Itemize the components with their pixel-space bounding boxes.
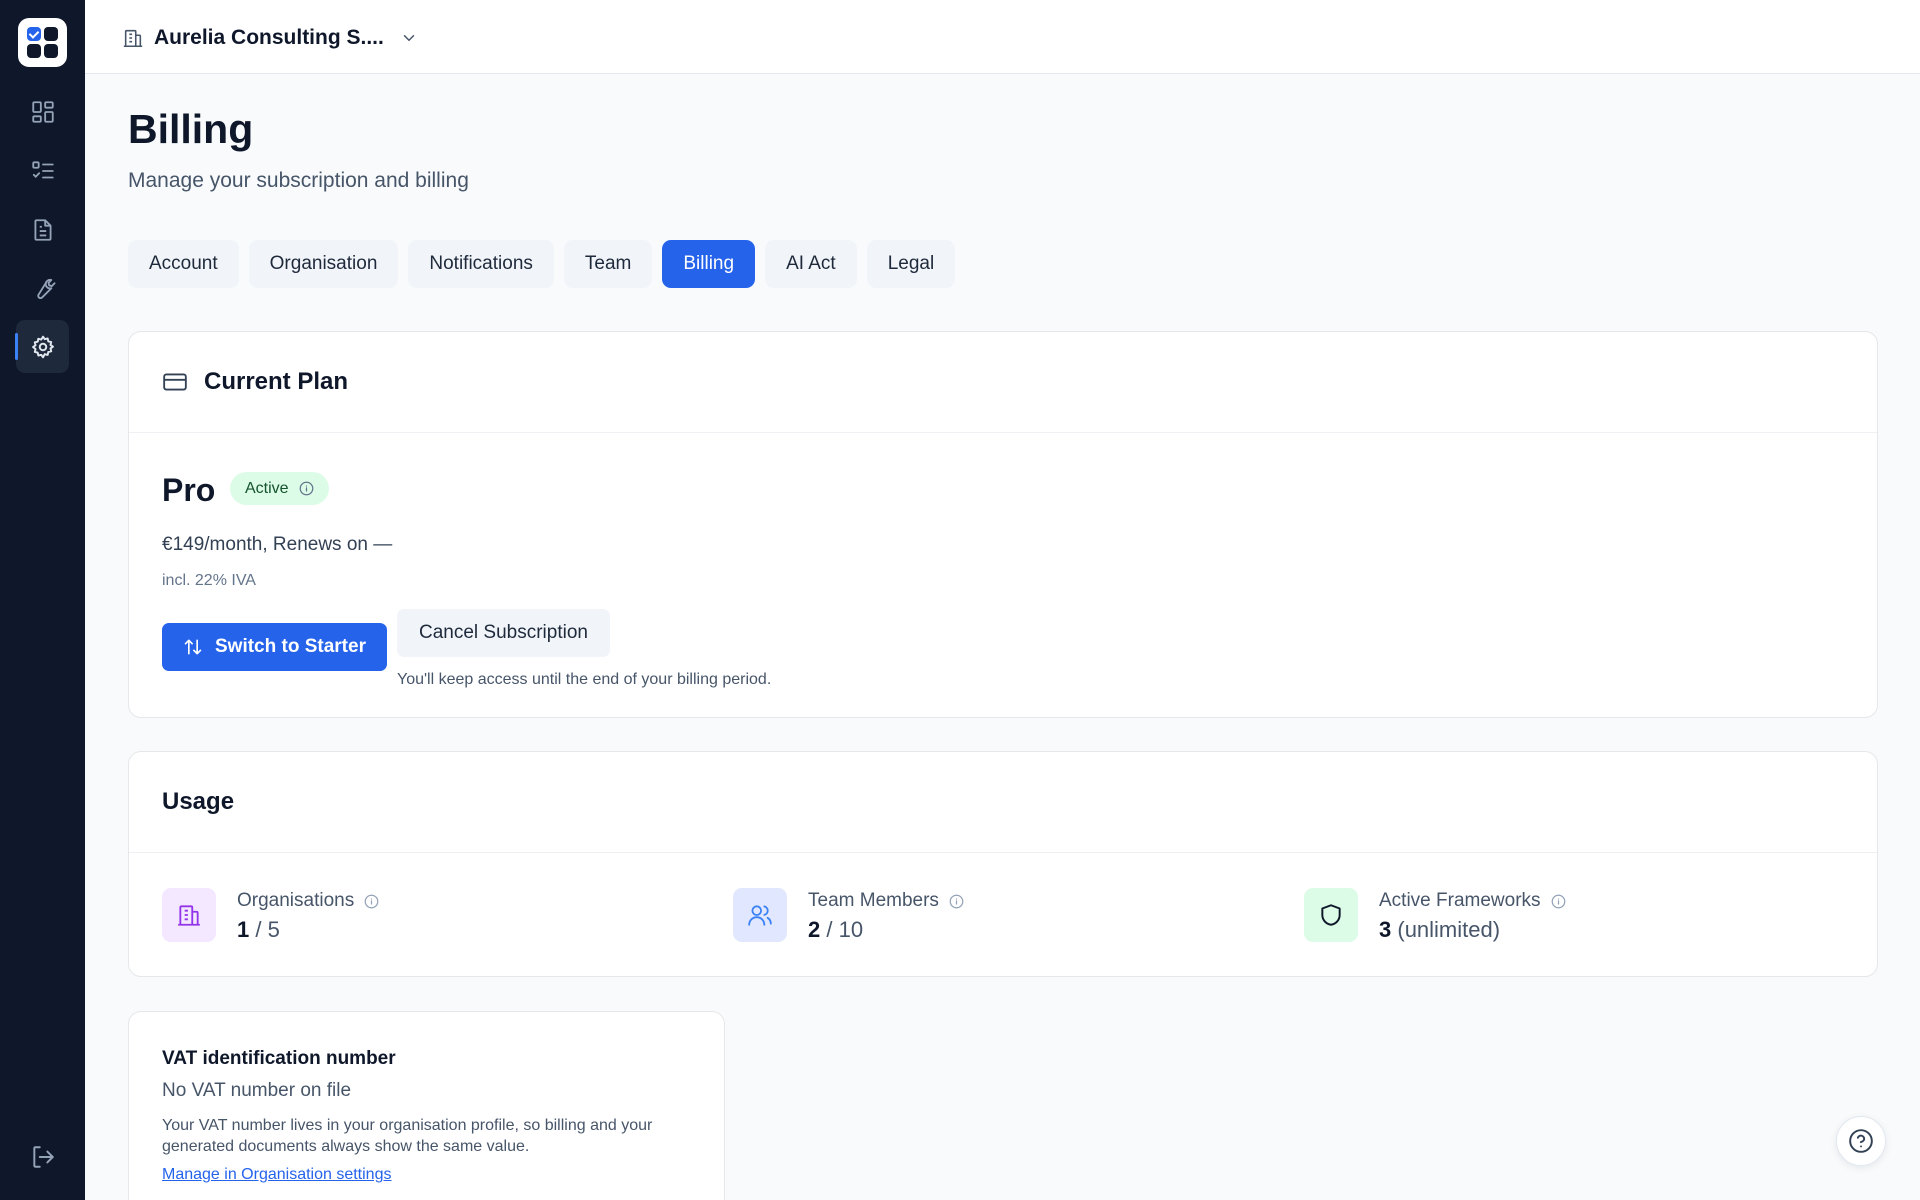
vat-status: No VAT number on file (162, 1080, 352, 1101)
tab-notifications[interactable]: Notifications (408, 240, 554, 288)
plan-tax-note: incl. 22% IVA (162, 572, 256, 589)
usage-label-text: Organisations (237, 890, 355, 911)
usage-label-text: Team Members (808, 890, 939, 911)
info-icon[interactable] (299, 481, 314, 496)
status-badge-label: Active (245, 479, 289, 497)
checklist-icon (31, 160, 54, 178)
tab-billing[interactable]: Billing (662, 240, 756, 288)
usage-label: Team Members (808, 890, 964, 912)
logout-button[interactable] (16, 1130, 69, 1183)
status-badge: Active (230, 472, 329, 505)
org-switcher[interactable]: Aurelia Consulting S.... (122, 22, 418, 54)
usage-label: Active Frameworks (1379, 890, 1566, 912)
sidebar-item-tools[interactable] (16, 262, 69, 315)
usage-count: 1 (237, 917, 250, 942)
info-icon[interactable] (949, 894, 964, 909)
usage-header: Usage (129, 752, 1877, 853)
cancel-note: You'll keep access until the end of your… (397, 671, 772, 688)
users-icon (748, 905, 772, 926)
sidebar (0, 0, 85, 1200)
usage-value: 1 / 5 (237, 917, 280, 943)
tab-account[interactable]: Account (128, 240, 239, 288)
usage-value: 3 (unlimited) (1379, 917, 1500, 943)
chevron-down-icon (403, 35, 415, 41)
plan-name: Pro (162, 472, 216, 508)
logout-icon (32, 1145, 54, 1168)
page-title: Billing (128, 106, 254, 152)
switch-plan-button[interactable]: Switch to Starter (162, 623, 387, 671)
wrench-icon (36, 278, 56, 299)
usage-title: Usage (162, 788, 235, 815)
plan-price: €149/month, Renews on — (162, 534, 393, 555)
sidebar-item-tasks[interactable] (16, 144, 69, 197)
info-icon[interactable] (364, 894, 379, 909)
usage-limit: / 10 (820, 917, 864, 942)
app-logo[interactable] (18, 18, 67, 67)
usage-count: 2 (808, 917, 821, 942)
usage-icon-box (162, 888, 216, 942)
tab-legal[interactable]: Legal (866, 240, 956, 288)
help-button[interactable] (1836, 1116, 1886, 1166)
settings-tabs: Account Organisation Notifications Team … (128, 240, 956, 288)
info-icon[interactable] (1551, 894, 1566, 909)
usage-limit: (unlimited) (1391, 917, 1501, 942)
gear-icon (31, 335, 54, 358)
switch-plan-label: Switch to Starter (215, 636, 366, 657)
usage-icon-box (733, 888, 787, 942)
dashboard-icon (31, 100, 54, 123)
vat-title: VAT identification number (162, 1048, 396, 1069)
usage-count: 3 (1379, 917, 1392, 942)
manage-vat-link[interactable]: Manage in Organisation settings (162, 1166, 391, 1184)
building-icon (123, 29, 143, 48)
document-icon (33, 218, 52, 241)
building-icon (178, 905, 200, 926)
vat-card: VAT identification number No VAT number … (128, 1011, 725, 1200)
sidebar-item-settings[interactable] (15, 320, 69, 373)
current-plan-header: Current Plan (129, 332, 1877, 433)
vat-description: Your VAT number lives in your organisati… (162, 1117, 653, 1155)
usage-icon-box (1304, 888, 1358, 942)
sidebar-item-documents[interactable] (16, 203, 69, 256)
swap-vertical-icon (184, 639, 202, 655)
org-name: Aurelia Consulting S.... (154, 26, 384, 49)
cancel-subscription-button[interactable]: Cancel Subscription (397, 609, 610, 657)
usage-label: Organisations (237, 890, 379, 912)
help-icon (1849, 1129, 1873, 1153)
shield-icon (1321, 904, 1341, 926)
current-plan-card: Current Plan Pro Active €149/month, Rene… (128, 331, 1878, 718)
usage-card: Usage Organisations 1 / 5 Team Members 2… (128, 751, 1878, 977)
tab-organisation[interactable]: Organisation (248, 240, 399, 288)
tab-ai-act[interactable]: AI Act (765, 240, 857, 288)
usage-value: 2 / 10 (808, 917, 863, 943)
page-subtitle: Manage your subscription and billing (128, 169, 469, 192)
sidebar-item-dashboard[interactable] (16, 85, 69, 138)
current-plan-title: Current Plan (204, 368, 349, 395)
usage-limit: / 5 (249, 917, 280, 942)
tab-team[interactable]: Team (563, 240, 653, 288)
credit-card-icon (163, 373, 187, 391)
usage-label-text: Active Frameworks (1379, 890, 1541, 911)
top-bar: Aurelia Consulting S.... (85, 0, 1920, 74)
